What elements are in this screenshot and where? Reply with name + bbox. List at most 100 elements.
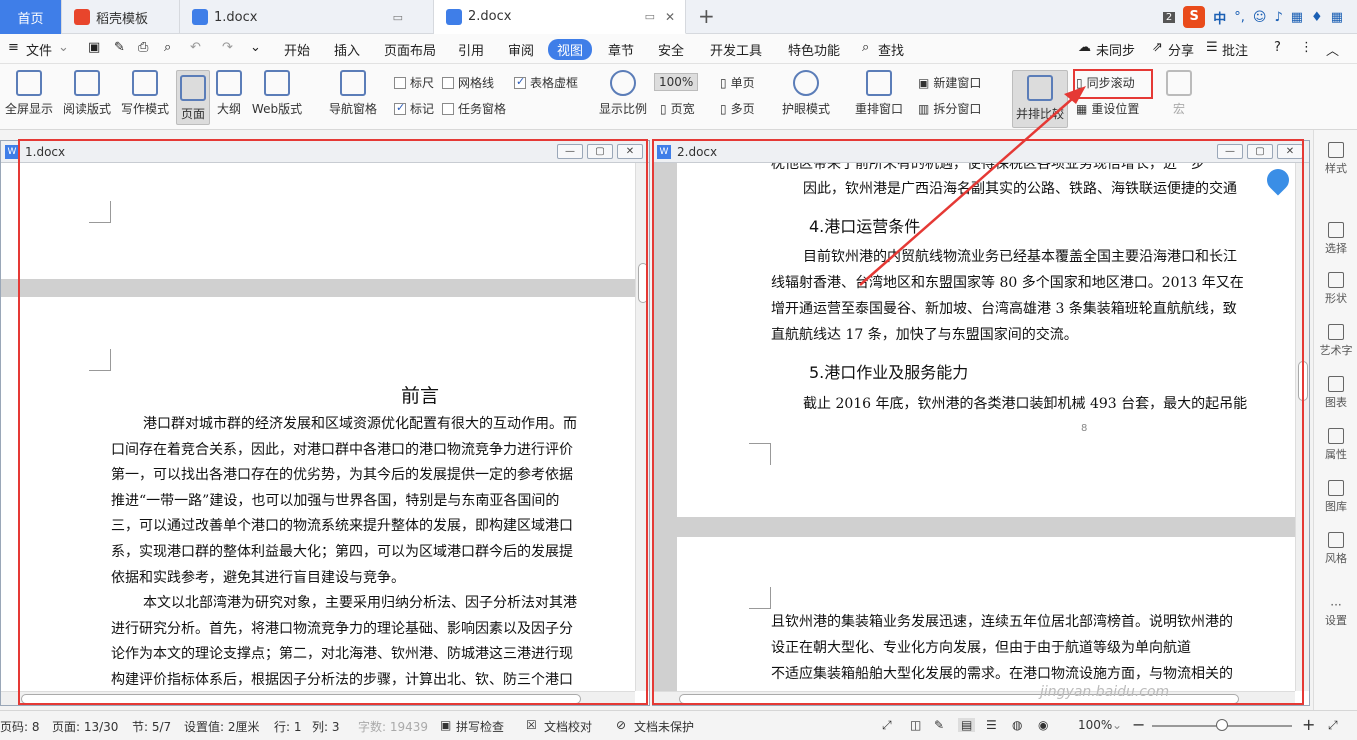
- tab-doc2[interactable]: 2.docx ▭ ✕: [434, 0, 686, 34]
- menu-security[interactable]: 安全: [658, 40, 684, 59]
- print-icon[interactable]: ⎙: [138, 40, 148, 55]
- zoom100-button[interactable]: 100%: [654, 73, 699, 91]
- page-view-icon[interactable]: ▤: [958, 718, 976, 732]
- chevron-down-icon[interactable]: ⌄: [1112, 718, 1122, 732]
- cloud-icon[interactable]: ☁: [1078, 40, 1091, 55]
- menu-reference[interactable]: 引用: [458, 40, 484, 59]
- panel-shape[interactable]: 形状: [1314, 272, 1357, 306]
- menu-file[interactable]: 文件: [26, 40, 52, 59]
- more-dots-icon[interactable]: ⋮: [1300, 40, 1313, 55]
- hamburger-icon[interactable]: ≡: [8, 40, 19, 55]
- preview-icon[interactable]: ⌕: [164, 40, 171, 55]
- menu-insert[interactable]: 插入: [334, 40, 360, 59]
- eye-mode-button[interactable]: 护眼模式: [778, 70, 834, 117]
- save-icon[interactable]: ▣: [88, 40, 100, 55]
- proof-button[interactable]: 文档校对: [544, 718, 592, 735]
- sync-status[interactable]: 未同步: [1096, 40, 1135, 59]
- comment-icon[interactable]: ☰: [1206, 40, 1218, 55]
- zoom-slider-handle[interactable]: [1216, 719, 1228, 731]
- tab-template[interactable]: 稻壳模板: [62, 0, 180, 34]
- menu-chapter[interactable]: 章节: [608, 40, 634, 59]
- zoom-level[interactable]: 100%: [1078, 718, 1112, 732]
- reset-position-button[interactable]: ▦ 重设位置: [1076, 100, 1139, 117]
- monitor-icon[interactable]: ▭: [393, 11, 403, 24]
- mark-checkbox[interactable]: 标记: [394, 100, 434, 117]
- punct-icon[interactable]: °,: [1234, 10, 1245, 25]
- menu-features[interactable]: 特色功能: [788, 40, 840, 59]
- panel-properties[interactable]: 属性: [1314, 428, 1357, 462]
- fullscreen-icon[interactable]: ⤢: [1328, 718, 1338, 733]
- zoom-in-icon[interactable]: +: [1302, 715, 1315, 734]
- menu-start[interactable]: 开始: [284, 40, 310, 59]
- page-view-button[interactable]: 页面: [176, 70, 210, 125]
- grid-icon[interactable]: ▦: [1331, 10, 1343, 25]
- read-mode-button[interactable]: 阅读版式: [62, 70, 112, 117]
- status-row[interactable]: 行: 1: [274, 718, 302, 735]
- multi-page-button[interactable]: ▯ 多页: [720, 100, 755, 117]
- sogou-icon[interactable]: S: [1183, 6, 1206, 28]
- menu-layout[interactable]: 页面布局: [384, 40, 436, 59]
- close-icon[interactable]: ✕: [665, 10, 675, 24]
- nav-pane-button[interactable]: 导航窗格: [322, 70, 384, 117]
- menu-devtools[interactable]: 开发工具: [710, 40, 762, 59]
- collapse-icon[interactable]: ︿: [1326, 40, 1339, 59]
- new-window-button[interactable]: ▣ 新建窗口: [918, 74, 981, 91]
- tableline-checkbox[interactable]: 表格虚框: [514, 74, 578, 91]
- protect-status[interactable]: 文档未保护: [634, 718, 694, 735]
- more-icon[interactable]: ⌄: [250, 40, 261, 55]
- monitor-icon[interactable]: ▭: [645, 10, 655, 23]
- status-setting[interactable]: 设置值: 2厘米: [184, 718, 260, 735]
- panel-select[interactable]: 选择: [1314, 222, 1357, 256]
- status-col[interactable]: 列: 3: [312, 718, 340, 735]
- side-by-side-button[interactable]: 并排比较: [1012, 70, 1068, 128]
- new-tab-icon[interactable]: +: [698, 4, 715, 28]
- help-icon[interactable]: ?: [1274, 40, 1281, 55]
- panel-wordart[interactable]: 艺术字: [1314, 324, 1357, 358]
- ime-lang[interactable]: 中: [1213, 8, 1226, 27]
- smile-icon[interactable]: ☺: [1253, 10, 1267, 25]
- panel-theme[interactable]: 风格: [1314, 532, 1357, 566]
- fit-icon[interactable]: ⤢: [882, 718, 892, 733]
- grid-checkbox[interactable]: 网格线: [442, 74, 494, 91]
- mic-icon[interactable]: ♪: [1274, 10, 1282, 25]
- redo-icon[interactable]: ↷: [222, 40, 233, 55]
- keyboard-icon[interactable]: ▦: [1291, 10, 1303, 25]
- taskpane-checkbox[interactable]: 任务窗格: [442, 100, 506, 117]
- fullscreen-button[interactable]: 全屏显示: [4, 70, 54, 117]
- comment-button[interactable]: 批注: [1222, 40, 1248, 59]
- single-page-button[interactable]: ▯ 单页: [720, 74, 755, 91]
- macro-button[interactable]: 宏: [1164, 70, 1194, 117]
- menu-review[interactable]: 审阅: [508, 40, 534, 59]
- zoom-out-icon[interactable]: −: [1132, 715, 1145, 734]
- split-window-button[interactable]: ▥ 拆分窗口: [918, 100, 981, 117]
- status-words[interactable]: 字数: 19439: [358, 718, 428, 735]
- format-painter-icon[interactable]: ✎: [114, 40, 125, 55]
- status-section[interactable]: 节: 5/7: [132, 718, 171, 735]
- tab-home[interactable]: 首页: [0, 0, 62, 34]
- status-page[interactable]: 页码: 8: [0, 718, 40, 735]
- eye-view-icon[interactable]: ◉: [1038, 718, 1048, 732]
- menu-view[interactable]: 视图: [548, 39, 593, 60]
- panel-settings[interactable]: ··· 设置: [1314, 598, 1357, 628]
- ruler-checkbox[interactable]: 标尺: [394, 74, 434, 91]
- write-view-icon[interactable]: ✎: [934, 718, 944, 732]
- shirt-icon[interactable]: ♦: [1311, 10, 1323, 25]
- tab-doc1[interactable]: 1.docx ▭: [180, 0, 434, 34]
- share-icon[interactable]: ⇗: [1152, 40, 1163, 55]
- status-pages[interactable]: 页面: 13/30: [52, 718, 118, 735]
- outline-view-icon[interactable]: ☰: [986, 718, 997, 732]
- search-icon[interactable]: ⌕: [862, 40, 869, 55]
- share-button[interactable]: 分享: [1168, 40, 1194, 59]
- menu-search[interactable]: 查找: [878, 40, 904, 59]
- write-mode-button[interactable]: 写作模式: [120, 70, 170, 117]
- zoom-button[interactable]: 显示比例: [598, 70, 648, 117]
- panel-style[interactable]: 样式: [1314, 142, 1357, 176]
- read-view-icon[interactable]: ◫: [910, 718, 921, 732]
- web-view-icon[interactable]: ◍: [1012, 718, 1022, 732]
- panel-chart[interactable]: 图表: [1314, 376, 1357, 410]
- pagewidth-button[interactable]: ▯ 页宽: [660, 100, 695, 117]
- rearrange-button[interactable]: 重排窗口: [848, 70, 910, 117]
- chevron-down-icon[interactable]: ⌄: [58, 40, 69, 55]
- outline-button[interactable]: 大纲: [214, 70, 244, 117]
- undo-icon[interactable]: ↶: [190, 40, 201, 55]
